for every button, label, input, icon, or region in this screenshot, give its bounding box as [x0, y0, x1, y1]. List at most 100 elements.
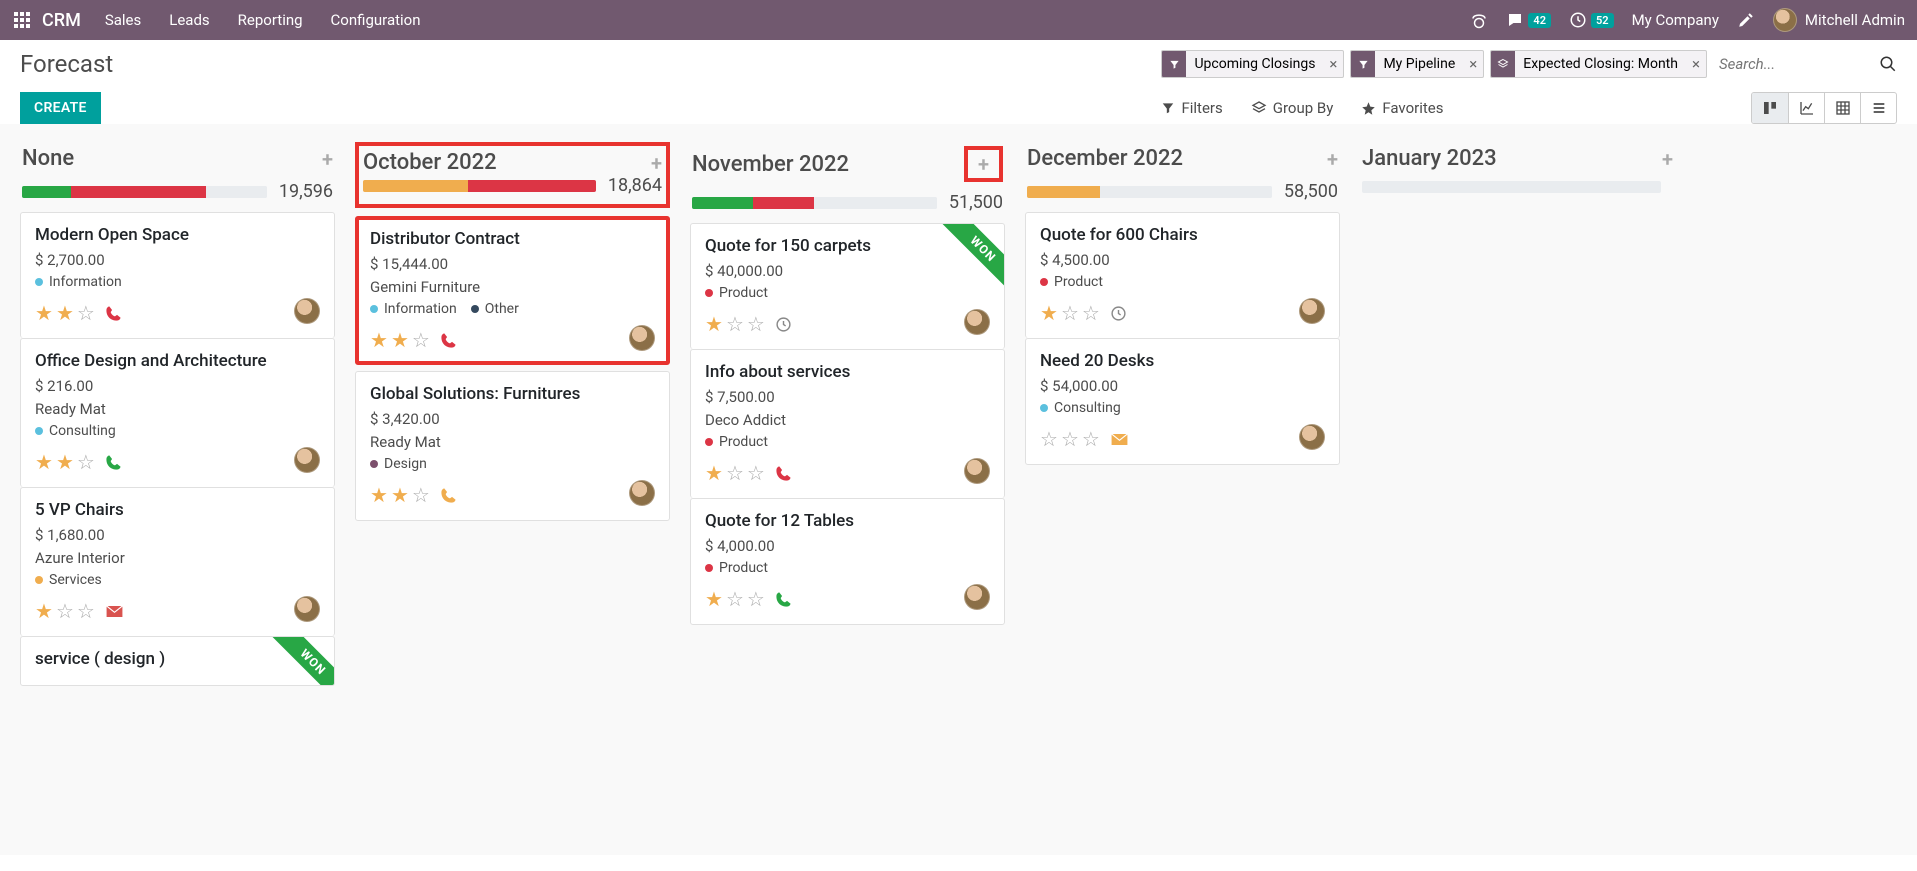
- kanban-card[interactable]: Quote for 600 Chairs$ 4,500.00Product★☆☆: [1025, 212, 1340, 338]
- column-add-button[interactable]: +: [651, 151, 662, 175]
- card-avatar[interactable]: [294, 298, 320, 328]
- star-icon[interactable]: ★: [56, 301, 74, 325]
- column-total: 51,500: [949, 192, 1003, 213]
- star-icon[interactable]: ☆: [412, 328, 430, 352]
- column-add-button[interactable]: +: [1662, 147, 1673, 171]
- phone-icon[interactable]: [440, 487, 457, 504]
- kanban-card[interactable]: Need 20 Desks$ 54,000.00Consulting☆☆☆: [1025, 338, 1340, 465]
- star-icon[interactable]: ☆: [1040, 427, 1058, 451]
- create-button[interactable]: CREATE: [20, 92, 101, 124]
- mail-icon[interactable]: [1110, 430, 1129, 449]
- brand[interactable]: CRM: [42, 10, 81, 31]
- messages-icon[interactable]: 42: [1506, 11, 1551, 29]
- column-title: December 2022: [1027, 146, 1183, 171]
- star-icon[interactable]: ★: [391, 328, 409, 352]
- clock-icon[interactable]: [1110, 305, 1127, 322]
- star-icon[interactable]: ☆: [726, 587, 744, 611]
- card-avatar[interactable]: [294, 596, 320, 626]
- activities-icon[interactable]: 52: [1569, 11, 1614, 29]
- phone-icon[interactable]: [105, 454, 122, 471]
- column-total: 58,500: [1284, 181, 1338, 202]
- card-avatar[interactable]: [1299, 424, 1325, 454]
- filters-button[interactable]: Filters: [1161, 99, 1222, 117]
- card-avatar[interactable]: [629, 480, 655, 510]
- card-avatar[interactable]: [629, 325, 655, 355]
- phone-icon[interactable]: [775, 465, 792, 482]
- view-list-icon[interactable]: [1860, 93, 1896, 123]
- kanban-card[interactable]: Info about services$ 7,500.00Deco Addict…: [690, 349, 1005, 498]
- star-icon[interactable]: ☆: [747, 587, 765, 611]
- kanban-card[interactable]: Global Solutions: Furnitures$ 3,420.00Re…: [355, 371, 670, 521]
- mail-icon[interactable]: [105, 602, 124, 621]
- search-input[interactable]: [1713, 51, 1873, 77]
- card-avatar[interactable]: [964, 309, 990, 339]
- user-menu[interactable]: Mitchell Admin: [1773, 8, 1905, 32]
- tag-dot-icon: [35, 576, 43, 584]
- star-icon[interactable]: ☆: [77, 450, 95, 474]
- star-icon[interactable]: ★: [35, 450, 53, 474]
- column-add-button[interactable]: +: [978, 152, 989, 176]
- star-icon[interactable]: ★: [370, 483, 388, 507]
- view-pivot-icon[interactable]: [1824, 93, 1860, 123]
- apps-icon[interactable]: [12, 10, 32, 30]
- card-avatar[interactable]: [964, 458, 990, 488]
- star-icon[interactable]: ☆: [412, 483, 430, 507]
- star-icon[interactable]: ★: [370, 328, 388, 352]
- phone-icon[interactable]: [440, 332, 457, 349]
- view-kanban-icon[interactable]: [1752, 93, 1788, 123]
- star-icon[interactable]: ★: [1040, 301, 1058, 325]
- star-icon[interactable]: ★: [705, 461, 723, 485]
- star-icon[interactable]: ★: [705, 312, 723, 336]
- debug-icon[interactable]: [1737, 11, 1755, 29]
- card-avatar[interactable]: [964, 584, 990, 614]
- dialer-icon[interactable]: [1470, 11, 1488, 29]
- card-avatar[interactable]: [1299, 298, 1325, 328]
- star-icon[interactable]: ★: [56, 450, 74, 474]
- column-add-button[interactable]: +: [322, 147, 333, 171]
- kanban-card[interactable]: WONQuote for 150 carpets$ 40,000.00Produ…: [690, 223, 1005, 349]
- view-graph-icon[interactable]: [1788, 93, 1824, 123]
- facet-remove-icon[interactable]: ×: [1686, 55, 1706, 73]
- avatar: [964, 309, 990, 335]
- nav-configuration[interactable]: Configuration: [331, 11, 421, 29]
- column-add-button[interactable]: +: [1327, 147, 1338, 171]
- star-icon[interactable]: ☆: [1082, 427, 1100, 451]
- kanban-card[interactable]: Office Design and Architecture$ 216.00Re…: [20, 338, 335, 487]
- card-amount: $ 4,500.00: [1040, 251, 1325, 269]
- star-icon[interactable]: ☆: [1082, 301, 1100, 325]
- star-icon[interactable]: ☆: [77, 301, 95, 325]
- company-label[interactable]: My Company: [1632, 11, 1719, 29]
- star-icon[interactable]: ☆: [56, 599, 74, 623]
- facet-remove-icon[interactable]: ×: [1323, 55, 1343, 73]
- star-icon[interactable]: ☆: [747, 312, 765, 336]
- star-icon[interactable]: ★: [705, 587, 723, 611]
- star-icon[interactable]: ☆: [1061, 427, 1079, 451]
- star-icon[interactable]: ☆: [747, 461, 765, 485]
- nav-reporting[interactable]: Reporting: [238, 11, 303, 29]
- kanban-card[interactable]: WONservice ( design ): [20, 636, 335, 686]
- kanban-card[interactable]: Modern Open Space$ 2,700.00Information★★…: [20, 212, 335, 338]
- nav-sales[interactable]: Sales: [105, 11, 141, 29]
- star-icon[interactable]: ☆: [1061, 301, 1079, 325]
- tag: Product: [705, 285, 768, 301]
- star-icon[interactable]: ★: [35, 599, 53, 623]
- kanban-card[interactable]: Quote for 12 Tables$ 4,000.00Product★☆☆: [690, 498, 1005, 625]
- star-icon[interactable]: ☆: [77, 599, 95, 623]
- phone-icon[interactable]: [105, 305, 122, 322]
- kanban-card[interactable]: Distributor Contract$ 15,444.00Gemini Fu…: [355, 216, 670, 365]
- star-icon[interactable]: ☆: [726, 461, 744, 485]
- star-icon[interactable]: ☆: [726, 312, 744, 336]
- star-icon[interactable]: ★: [35, 301, 53, 325]
- kanban-card[interactable]: 5 VP Chairs$ 1,680.00Azure InteriorServi…: [20, 487, 335, 636]
- search-icon[interactable]: [1879, 55, 1897, 73]
- facet-remove-icon[interactable]: ×: [1463, 55, 1483, 73]
- filters-label: Filters: [1181, 99, 1222, 117]
- card-avatar[interactable]: [294, 447, 320, 477]
- nav-leads[interactable]: Leads: [169, 11, 209, 29]
- phone-icon[interactable]: [775, 591, 792, 608]
- clock-icon[interactable]: [775, 316, 792, 333]
- groupby-button[interactable]: Group By: [1251, 99, 1334, 117]
- star-icon[interactable]: ★: [391, 483, 409, 507]
- favorites-button[interactable]: Favorites: [1361, 99, 1443, 117]
- tag-dot-icon: [471, 305, 479, 313]
